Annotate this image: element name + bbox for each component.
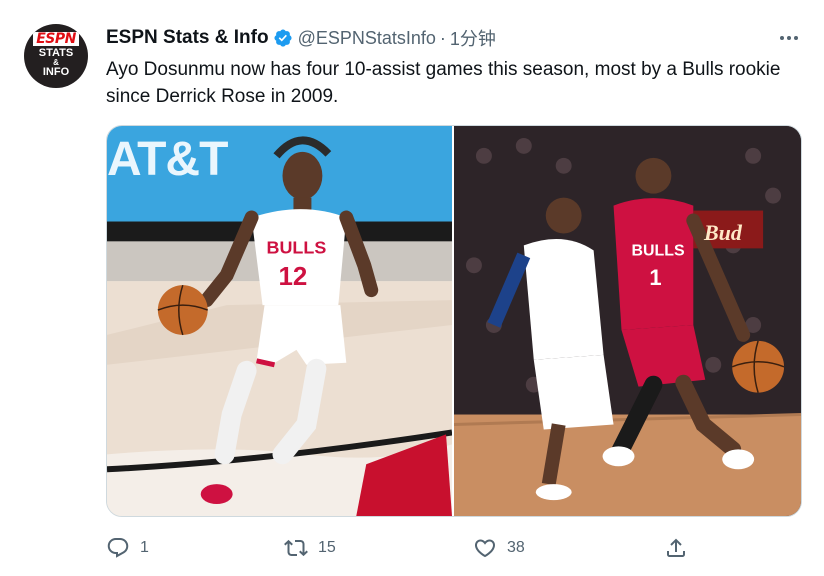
tweet-text: Ayo Dosunmu now has four 10-assist games… [106, 59, 781, 107]
share-button[interactable] [664, 530, 688, 566]
like-count: 38 [507, 539, 525, 556]
tweet[interactable]: ESPN STATS & INFO ESPN Stats & Info @ESP… [0, 0, 824, 576]
heart-icon [474, 539, 496, 558]
svg-text:BULLS: BULLS [267, 237, 327, 257]
like-button[interactable]: 38 [473, 530, 525, 566]
photo-2-illustration: BULLS 1 [454, 126, 801, 516]
media-photo-2[interactable]: BULLS 1 Bud [454, 126, 801, 516]
reply-button[interactable]: 1 [106, 530, 149, 566]
author-display-name[interactable]: ESPN Stats & Info [106, 27, 269, 49]
svg-text:1: 1 [649, 265, 661, 290]
tweet-media: BULLS 12 AT&T BULLS 1 Bud [106, 125, 802, 517]
retweet-button[interactable]: 15 [284, 530, 336, 566]
svg-text:12: 12 [279, 263, 308, 291]
author-handle[interactable]: @ESPNStatsInfo [298, 28, 436, 49]
photo-1-sign-text: AT&T [107, 133, 228, 186]
reply-count: 1 [140, 539, 149, 556]
separator-dot: · [439, 27, 446, 48]
retweet-count: 15 [318, 539, 336, 556]
avatar-brand-text: ESPN [33, 32, 79, 46]
svg-text:BULLS: BULLS [631, 242, 684, 259]
media-photo-1[interactable]: BULLS 12 AT&T [107, 126, 452, 516]
tweet-timestamp[interactable]: 1分钟 [450, 25, 496, 51]
avatar-info-text: INFO [42, 66, 70, 78]
avatar[interactable]: ESPN STATS & INFO [24, 24, 88, 88]
more-options-icon[interactable] [776, 26, 802, 50]
photo-2-sign-text: Bud [704, 220, 742, 245]
verified-badge-icon [274, 29, 292, 47]
reply-icon [107, 538, 129, 558]
share-icon [667, 538, 685, 557]
tweet-actions: 1 15 38 [106, 530, 706, 566]
retweet-icon [284, 539, 308, 557]
tweet-header: ESPN Stats & Info @ESPNStatsInfo · 1分钟 [106, 26, 496, 50]
